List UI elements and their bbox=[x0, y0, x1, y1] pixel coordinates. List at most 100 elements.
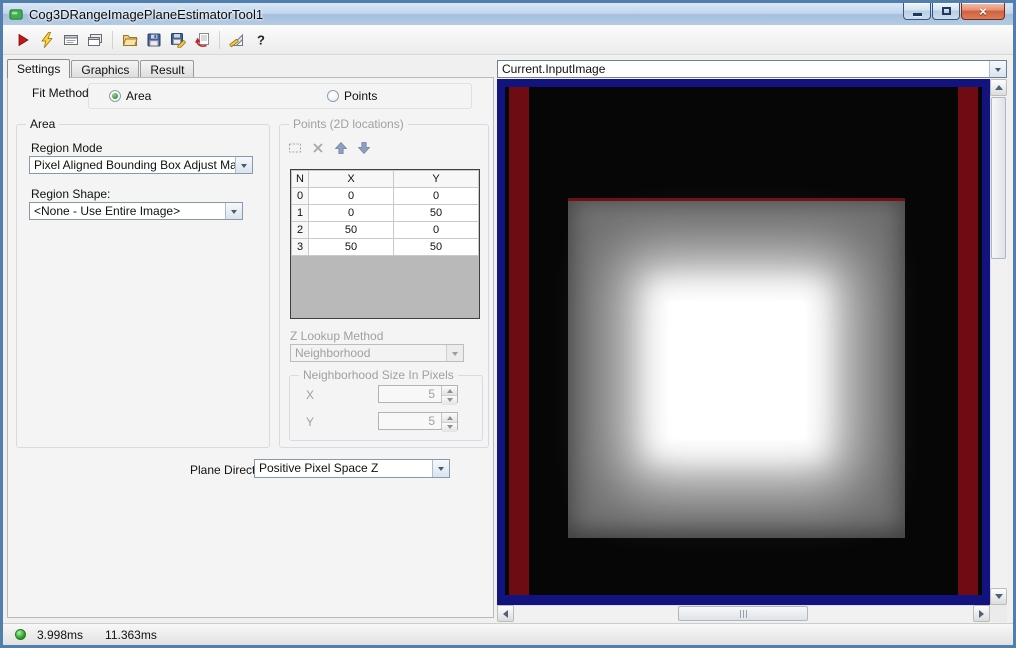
row-index[interactable]: 0 bbox=[291, 187, 309, 205]
spin-down-icon[interactable] bbox=[442, 423, 457, 432]
y-size-spinner[interactable]: 5 bbox=[378, 412, 458, 432]
close-button[interactable]: × bbox=[961, 3, 1005, 20]
tab-result[interactable]: Result bbox=[140, 60, 195, 77]
add-point-icon[interactable] bbox=[288, 141, 302, 155]
run-icon bbox=[18, 33, 29, 46]
spin-up-icon[interactable] bbox=[442, 386, 457, 396]
scroll-left-button[interactable] bbox=[497, 605, 514, 622]
region-shape-label: Region Shape: bbox=[31, 187, 111, 201]
region-mode-value: Pixel Aligned Bounding Box Adjust Mask bbox=[34, 158, 235, 172]
scroll-up-button[interactable] bbox=[990, 79, 1007, 96]
maximize-icon bbox=[941, 7, 951, 15]
electric-run-button[interactable] bbox=[35, 28, 59, 52]
maximize-button[interactable] bbox=[932, 3, 960, 20]
main-toolbar: ? bbox=[3, 25, 1013, 55]
vertical-scroll-thumb[interactable] bbox=[991, 97, 1006, 259]
save-image-button[interactable] bbox=[166, 28, 190, 52]
arrow-right-icon bbox=[979, 609, 988, 618]
chevron-down-icon[interactable] bbox=[235, 157, 252, 173]
row-index[interactable]: 3 bbox=[291, 238, 309, 256]
points-table[interactable]: N X Y 0 0 0 1 0 50 2 50 0 3 50 50 bbox=[290, 169, 480, 319]
scroll-right-button[interactable] bbox=[973, 605, 990, 622]
x-size-spinner[interactable]: 5 bbox=[378, 385, 458, 405]
vertical-scrollbar[interactable] bbox=[990, 79, 1007, 605]
cell-x[interactable]: 50 bbox=[308, 238, 394, 256]
table-row[interactable]: 2 50 0 bbox=[291, 221, 479, 239]
minimize-button[interactable] bbox=[903, 3, 931, 20]
cell-x[interactable]: 50 bbox=[308, 221, 394, 239]
image-source-combo[interactable]: Current.InputImage bbox=[497, 60, 1007, 78]
region-shape-combo[interactable]: <None - Use Entire Image> bbox=[29, 202, 243, 220]
horizontal-scrollbar[interactable] bbox=[497, 605, 990, 622]
neighborhood-size-group: Neighborhood Size In Pixels X 5 Y 5 bbox=[289, 368, 483, 441]
app-icon bbox=[9, 7, 24, 22]
plane-direction-combo[interactable]: Positive Pixel Space Z bbox=[254, 459, 450, 478]
row-index[interactable]: 1 bbox=[291, 204, 309, 222]
save-image-icon bbox=[171, 32, 186, 48]
table-row[interactable]: 3 50 50 bbox=[291, 238, 479, 256]
move-up-icon[interactable] bbox=[334, 141, 348, 155]
minimize-icon bbox=[912, 12, 922, 16]
chevron-down-icon bbox=[446, 345, 463, 361]
show-result-window-icon bbox=[64, 34, 78, 45]
toolbar-separator bbox=[219, 30, 220, 49]
table-row[interactable]: 0 0 0 bbox=[291, 187, 479, 205]
chevron-down-icon[interactable] bbox=[989, 61, 1006, 77]
z-lookup-label: Z Lookup Method bbox=[290, 329, 384, 343]
x-size-label: X bbox=[306, 388, 315, 402]
titlebar[interactable]: Cog3DRangeImagePlaneEstimatorTool1 × bbox=[3, 3, 1013, 25]
row-index[interactable]: 2 bbox=[291, 221, 309, 239]
table-row[interactable]: 1 0 50 bbox=[291, 204, 479, 222]
arrow-up-icon bbox=[994, 81, 1003, 90]
spin-up-icon[interactable] bbox=[442, 413, 457, 423]
col-header-y[interactable]: Y bbox=[393, 170, 479, 188]
status-bar: 3.998ms 11.363ms bbox=[3, 623, 1013, 645]
status-time-1: 3.998ms bbox=[37, 627, 84, 642]
calibration-button[interactable] bbox=[225, 28, 249, 52]
fit-method-radio-points[interactable]: Points bbox=[327, 89, 377, 103]
status-led-icon bbox=[15, 629, 26, 640]
col-header-x[interactable]: X bbox=[308, 170, 394, 188]
cell-y[interactable]: 0 bbox=[393, 187, 479, 205]
spinner-buttons bbox=[441, 413, 457, 432]
area-group-title: Area bbox=[26, 117, 60, 131]
col-header-n[interactable]: N bbox=[291, 170, 309, 188]
run-button[interactable] bbox=[11, 28, 35, 52]
horizontal-scroll-thumb[interactable] bbox=[678, 606, 808, 621]
scroll-down-button[interactable] bbox=[990, 588, 1007, 605]
arrow-down-icon bbox=[994, 594, 1003, 603]
region-mode-combo[interactable]: Pixel Aligned Bounding Box Adjust Mask bbox=[29, 156, 253, 174]
cell-x[interactable]: 0 bbox=[308, 187, 394, 205]
chevron-down-icon[interactable] bbox=[225, 203, 242, 219]
cell-y[interactable]: 50 bbox=[393, 204, 479, 222]
plane-direction-value: Positive Pixel Space Z bbox=[259, 461, 379, 475]
import-icon bbox=[195, 32, 209, 47]
chevron-down-icon[interactable] bbox=[432, 460, 449, 477]
radio-checked-icon bbox=[109, 90, 121, 102]
radio-unchecked-icon bbox=[327, 90, 339, 102]
y-size-value: 5 bbox=[428, 414, 435, 428]
cell-y[interactable]: 0 bbox=[393, 221, 479, 239]
tab-settings[interactable]: Settings bbox=[7, 59, 71, 78]
save-file-button[interactable] bbox=[142, 28, 166, 52]
delete-point-icon[interactable] bbox=[311, 141, 325, 155]
image-source-value: Current.InputImage bbox=[502, 62, 606, 76]
cell-y[interactable]: 50 bbox=[393, 238, 479, 256]
open-file-button[interactable] bbox=[118, 28, 142, 52]
import-button[interactable] bbox=[190, 28, 214, 52]
cell-x[interactable]: 0 bbox=[308, 204, 394, 222]
scrollbar-corner bbox=[990, 605, 1007, 622]
help-button[interactable]: ? bbox=[249, 28, 273, 52]
fit-method-radio-area[interactable]: Area bbox=[109, 89, 151, 103]
region-shape-value: <None - Use Entire Image> bbox=[34, 204, 181, 218]
range-image-canvas[interactable] bbox=[497, 79, 990, 605]
show-buffer-window-button[interactable] bbox=[83, 28, 107, 52]
fit-method-label: Fit Method bbox=[32, 86, 89, 100]
image-plane-square bbox=[568, 198, 905, 538]
move-down-icon[interactable] bbox=[357, 141, 371, 155]
spin-down-icon[interactable] bbox=[442, 396, 457, 405]
tab-graphics[interactable]: Graphics bbox=[71, 60, 140, 77]
z-lookup-combo[interactable]: Neighborhood bbox=[290, 344, 464, 362]
show-result-window-button[interactable] bbox=[59, 28, 83, 52]
radio-points-label: Points bbox=[344, 89, 378, 103]
